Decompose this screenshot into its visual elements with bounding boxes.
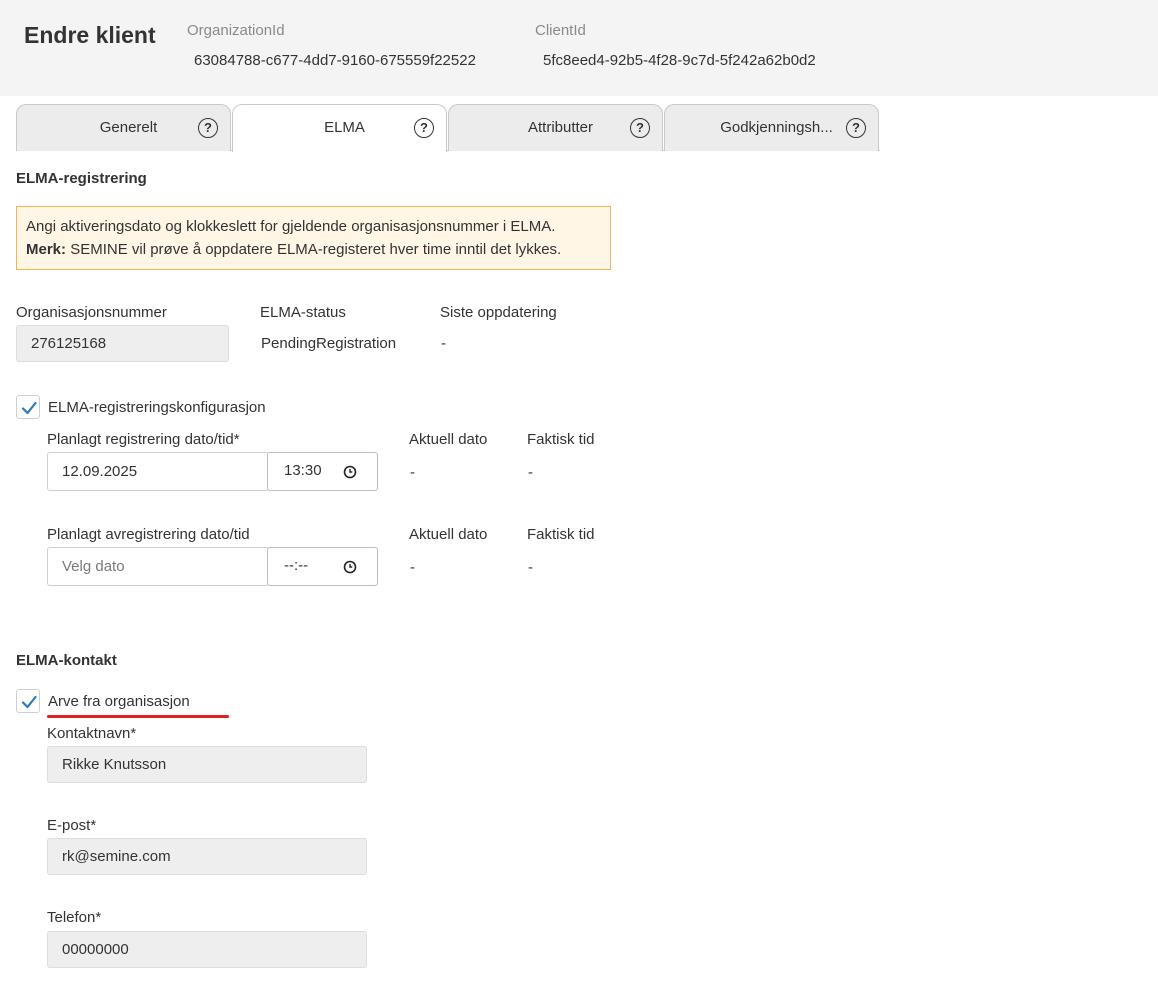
inherit-checkbox-label[interactable]: Arve fra organisasjon	[48, 693, 190, 710]
notice-text: SEMINE vil prøve å oppdatere ELMA-regist…	[70, 241, 562, 258]
help-icon[interactable]: ?	[846, 118, 866, 138]
page-title: Endre klient	[24, 22, 156, 48]
reg-actual-time-value: -	[528, 464, 533, 481]
notice-bold: Merk:	[26, 241, 67, 258]
notice-line-1: Angi aktiveringsdato og klokkeslett for …	[26, 218, 556, 235]
clock-icon[interactable]	[343, 465, 357, 479]
contact-name-field: Rikke Knutsson	[47, 746, 367, 783]
reg-time-input[interactable]: 13:30	[267, 452, 378, 491]
dereg-actual-time-label: Faktisk tid	[527, 526, 595, 543]
dereg-actual-time-value: -	[528, 559, 533, 576]
reg-date-input[interactable]: 12.09.2025	[47, 452, 269, 491]
last-updated-label: Siste oppdatering	[440, 304, 557, 321]
tab-label: Godkjenningsh...	[720, 119, 833, 136]
tab-elma[interactable]: ELMA ?	[232, 104, 447, 152]
help-icon[interactable]: ?	[630, 118, 650, 138]
tab-generelt[interactable]: Generelt ?	[16, 104, 231, 151]
organization-id-label: OrganizationId	[187, 22, 285, 39]
phone-label: Telefon*	[47, 909, 102, 926]
reg-actual-time-label: Faktisk tid	[527, 431, 595, 448]
notice-line-2: Merk: SEMINE vil prøve å oppdatere ELMA-…	[26, 238, 601, 261]
tab-label: Generelt	[99, 119, 158, 136]
tab-attributter[interactable]: Attributter ?	[448, 104, 663, 151]
page-header: Endre klient OrganizationId 63084788-c67…	[0, 0, 1158, 96]
email-label: E-post*	[47, 817, 97, 834]
elma-status-value: PendingRegistration	[261, 335, 397, 352]
tab-label: Attributter	[527, 119, 594, 136]
tab-godkjenning[interactable]: Godkjenningsh... ?	[664, 104, 879, 151]
dereg-time-value: --:--	[284, 557, 309, 574]
dereg-actual-date-label: Aktuell dato	[409, 526, 488, 543]
info-notice: Angi aktiveringsdato og klokkeslett for …	[16, 206, 611, 270]
organization-id-value: 63084788-c677-4dd7-9160-675559f22522	[194, 52, 476, 69]
check-icon	[21, 695, 37, 709]
email-field: rk@semine.com	[47, 838, 367, 875]
help-icon[interactable]: ?	[198, 118, 218, 138]
config-checkbox[interactable]	[16, 395, 40, 419]
last-updated-value: -	[441, 335, 446, 352]
dereg-time-input[interactable]: --:--	[267, 547, 378, 586]
phone-field: 00000000	[47, 931, 367, 968]
reg-time-value: 13:30	[284, 462, 322, 479]
reg-datetime-label: Planlagt registrering dato/tid*	[47, 431, 240, 448]
config-checkbox-label[interactable]: ELMA-registreringskonfigurasjon	[48, 399, 266, 416]
dereg-actual-date-value: -	[410, 559, 415, 576]
dereg-datetime-label: Planlagt avregistrering dato/tid	[47, 526, 250, 543]
client-id-value: 5fc8eed4-92b5-4f28-9c7d-5f242a62b0d2	[543, 52, 816, 69]
elma-contact-title: ELMA-kontakt	[16, 652, 117, 669]
red-underline-annotation	[47, 715, 229, 718]
contact-name-label: Kontaktnavn*	[47, 725, 137, 742]
orgnr-field: 276125168	[16, 325, 229, 362]
inherit-checkbox[interactable]	[16, 689, 40, 713]
elma-registration-title: ELMA-registrering	[16, 170, 147, 187]
reg-actual-date-value: -	[410, 464, 415, 481]
check-icon	[21, 401, 37, 415]
dereg-date-input[interactable]: Velg dato	[47, 547, 269, 586]
elma-status-label: ELMA-status	[260, 304, 346, 321]
orgnr-label: Organisasjonsnummer	[16, 304, 167, 321]
help-icon[interactable]: ?	[414, 118, 434, 138]
clock-icon[interactable]	[343, 560, 357, 574]
client-id-label: ClientId	[535, 22, 586, 39]
tab-label: ELMA	[324, 119, 365, 136]
reg-actual-date-label: Aktuell dato	[409, 431, 488, 448]
